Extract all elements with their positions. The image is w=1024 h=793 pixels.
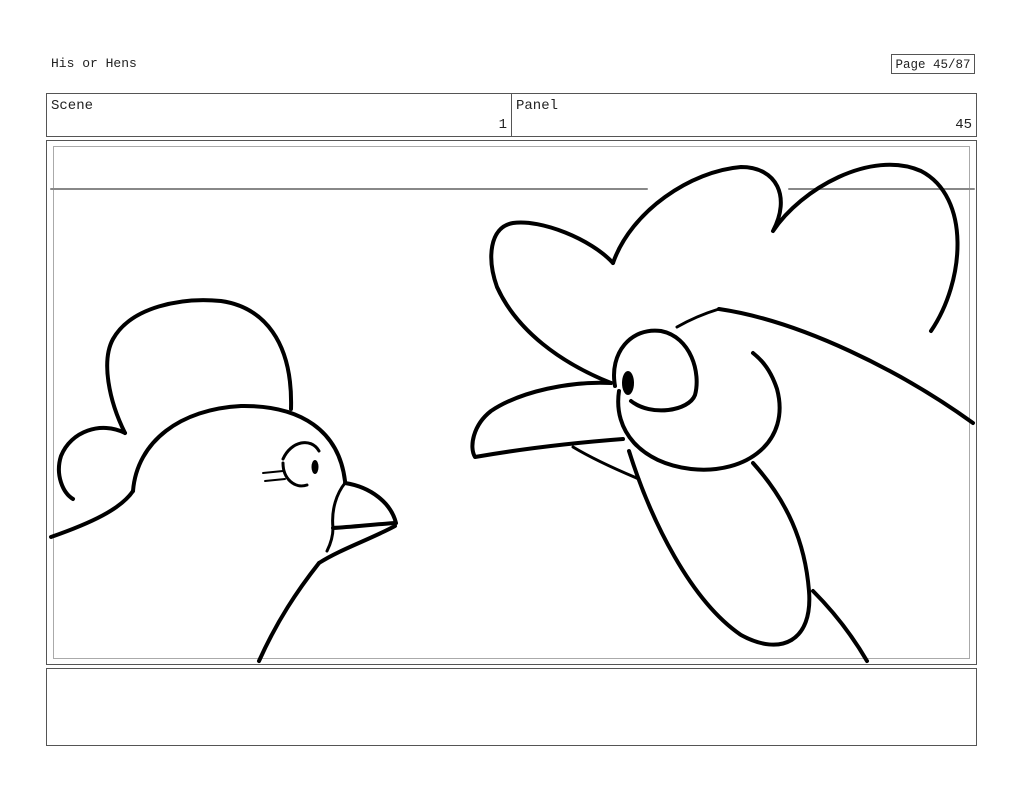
hen-head: [131, 403, 347, 493]
panel-cell: Panel 45: [511, 94, 976, 136]
page-indicator: Page 45/87: [891, 54, 975, 74]
rooster-eye-ring: [612, 328, 699, 413]
rooster-drawing: [470, 162, 975, 663]
hen-drawing: [49, 298, 398, 663]
rooster-wattle: [627, 449, 812, 647]
rooster-neck: [811, 589, 869, 663]
rooster-face: [616, 351, 782, 472]
panel-label: Panel: [516, 98, 559, 114]
rooster-brow: [675, 307, 721, 329]
panel-sketch: [49, 162, 975, 663]
hen-back-comb: [56, 425, 127, 501]
hen-beak-lower: [331, 481, 347, 530]
hen-chin-inner: [325, 526, 335, 553]
scene-number: 1: [498, 117, 507, 133]
hen-neck-back: [49, 489, 135, 539]
hen-lashes: [262, 470, 286, 482]
panel-notes-box: [46, 668, 977, 746]
scene-panel-row: Scene 1 Panel 45: [46, 93, 977, 137]
scene-label: Scene: [51, 98, 94, 114]
panel-number: 45: [955, 117, 972, 133]
hen-pupil: [311, 460, 319, 474]
rooster-comb: [489, 220, 615, 385]
hen-eyebrow: [281, 441, 321, 461]
hen-eye-lid: [281, 461, 309, 488]
rooster-beak-upper: [470, 380, 625, 459]
storyboard-title: His or Hens: [51, 56, 137, 71]
hen-throat: [257, 561, 321, 663]
panel-frame: [46, 140, 977, 665]
scene-cell: Scene 1: [47, 94, 511, 136]
hen-beak-upper: [331, 481, 398, 530]
rooster-pupil: [622, 371, 634, 395]
